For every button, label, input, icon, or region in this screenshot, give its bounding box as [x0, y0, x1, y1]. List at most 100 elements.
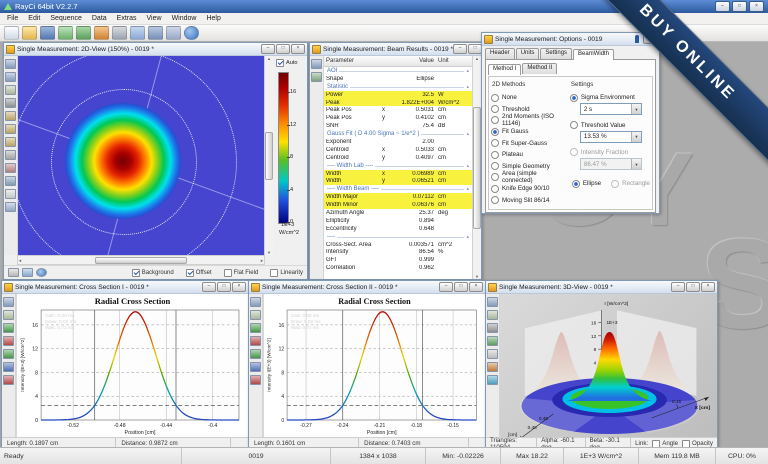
grid-red-icon[interactable] — [250, 336, 261, 346]
zoom-reset-icon[interactable] — [5, 137, 16, 147]
option-knife-edge-90-10[interactable]: Knife Edge 90/10 — [491, 183, 566, 194]
ruler-icon[interactable] — [5, 176, 16, 186]
minimize-button[interactable]: – — [439, 282, 453, 292]
checkbox-icon[interactable] — [270, 268, 279, 277]
save-icon[interactable] — [311, 59, 322, 69]
grid3d-icon[interactable] — [487, 375, 498, 385]
camera-icon[interactable] — [36, 268, 47, 277]
grid-multi-icon[interactable] — [250, 349, 261, 359]
window-titlebar[interactable]: Single Measurement: Beam Results - 0019 … — [310, 43, 481, 56]
minimize-button[interactable]: – — [715, 1, 730, 12]
image-icon[interactable] — [22, 268, 33, 277]
marker-red-icon[interactable] — [3, 375, 14, 385]
maximize-button[interactable]: □ — [217, 282, 231, 292]
close-button[interactable]: × — [749, 1, 764, 12]
checkbox-icon[interactable] — [185, 268, 194, 277]
menu-edit[interactable]: Edit — [23, 15, 45, 22]
settings-gear-icon[interactable] — [5, 98, 16, 108]
collapse-icon[interactable]: ▴ — [466, 68, 469, 74]
scroll-down-icon[interactable]: ▼ — [267, 250, 271, 255]
grid-green-icon[interactable] — [3, 323, 14, 333]
marker-red-icon[interactable] — [250, 375, 261, 385]
window-titlebar[interactable]: Single Measurement: 3D-View - 0019 * – □… — [486, 281, 717, 294]
checkbox-linearity[interactable]: Linearity — [270, 268, 303, 277]
close-button[interactable]: × — [291, 44, 305, 54]
save-icon[interactable] — [40, 26, 55, 40]
palette-icon[interactable] — [487, 362, 498, 372]
palette-icon[interactable] — [5, 163, 16, 173]
collapse-icon[interactable]: ▴ — [466, 131, 469, 137]
copy-icon[interactable] — [250, 310, 261, 320]
save-icon[interactable] — [487, 297, 498, 307]
cross-section-chart[interactable]: Radial Cross Section -0.27 -0.24 -0.21 -0.18… — [263, 294, 485, 437]
grid-red-icon[interactable] — [3, 336, 14, 346]
export-icon[interactable] — [130, 26, 145, 40]
radio-icon[interactable] — [569, 148, 578, 157]
grid-multi-icon[interactable] — [3, 349, 14, 359]
grid-blue-icon[interactable] — [3, 362, 14, 372]
radio-icon[interactable] — [569, 93, 578, 102]
checkbox-flat-field[interactable]: Flat Field — [223, 268, 258, 277]
cross-section-chart[interactable]: Radial Cross Section -0.52 -0.48 -0.44 -0.4 0… — [16, 294, 248, 437]
dropdown-intensity-fraction[interactable]: 86.47 % ▼ — [579, 158, 642, 171]
collapse-icon[interactable]: ▴ — [466, 84, 469, 90]
option-moving-slit-86-14[interactable]: Moving Slit 86/14 — [491, 195, 566, 206]
option-ellipse[interactable]: Ellipse — [571, 178, 601, 189]
maximize-button[interactable]: □ — [454, 282, 468, 292]
scroll-left-icon[interactable]: ◄ — [18, 258, 22, 263]
radio-icon[interactable] — [491, 196, 499, 205]
tab-header[interactable]: Header — [485, 48, 515, 59]
dropdown-threshold-value[interactable]: 13.53 % ▼ — [579, 130, 642, 143]
copy-icon[interactable] — [487, 310, 498, 320]
vertical-scrollbar[interactable]: ▲ ▼ — [472, 56, 481, 279]
maximize-button[interactable]: □ — [686, 282, 700, 292]
help-globe-icon[interactable] — [184, 26, 199, 40]
option-sigma-environment[interactable]: Sigma Environment — [569, 92, 650, 103]
save-icon[interactable] — [250, 297, 261, 307]
scroll-down-icon[interactable]: ▼ — [475, 274, 479, 279]
menu-view[interactable]: View — [142, 15, 167, 22]
print-icon[interactable] — [5, 150, 16, 160]
window-titlebar[interactable]: Single Measurement: Cross Section II - 0… — [249, 281, 485, 294]
tab-beamwidth[interactable]: BeamWidth — [573, 49, 615, 60]
collapse-icon[interactable]: ▴ — [466, 234, 469, 240]
close-button[interactable]: × — [701, 282, 715, 292]
option-rectangle[interactable]: Rectangle — [611, 178, 650, 189]
checkbox-offset[interactable]: Offset — [185, 268, 212, 277]
radio-icon[interactable] — [491, 116, 499, 125]
option-plateau[interactable]: Plateau — [491, 149, 566, 160]
radio-icon[interactable] — [611, 179, 620, 188]
chevron-down-icon[interactable]: ▼ — [631, 159, 641, 170]
watch-icon[interactable] — [311, 72, 322, 82]
option-intensity-fraction[interactable]: Intensity Fraction — [569, 147, 650, 158]
menu-window[interactable]: Window — [167, 15, 202, 22]
checkbox-icon[interactable] — [223, 268, 232, 277]
checkbox-background[interactable]: Background — [131, 268, 174, 277]
texture-icon[interactable] — [487, 323, 498, 333]
menu-extras[interactable]: Extras — [112, 15, 142, 22]
info-icon[interactable] — [5, 202, 16, 212]
option-area-simple-connected[interactable]: Area (simple connected) — [491, 170, 566, 184]
grid-green-icon[interactable] — [250, 323, 261, 333]
selection-icon[interactable] — [5, 189, 16, 199]
grid-blue-icon[interactable] — [250, 362, 261, 372]
new-report-icon[interactable] — [4, 26, 19, 40]
display-icon[interactable] — [8, 268, 19, 277]
radio-icon[interactable] — [571, 179, 580, 188]
radio-icon[interactable] — [491, 127, 499, 136]
collapse-icon[interactable]: ▴ — [466, 186, 469, 192]
subtab-method-i[interactable]: Method I — [488, 64, 522, 75]
save-icon[interactable] — [3, 297, 14, 307]
menu-file[interactable]: File — [2, 15, 23, 22]
close-button[interactable]: × — [469, 282, 483, 292]
save-as-icon[interactable] — [5, 72, 16, 82]
radio-icon[interactable] — [491, 105, 499, 114]
option-fit-gauss[interactable]: Fit Gauss — [491, 126, 566, 137]
collapse-icon[interactable]: ▴ — [466, 163, 469, 169]
radio-icon[interactable] — [491, 93, 499, 102]
radio-icon[interactable] — [491, 162, 499, 171]
option-none[interactable]: None — [491, 92, 566, 103]
maximize-button[interactable]: □ — [468, 44, 481, 54]
scroll-up-icon[interactable]: ▲ — [475, 56, 479, 61]
save-icon[interactable] — [5, 59, 16, 69]
